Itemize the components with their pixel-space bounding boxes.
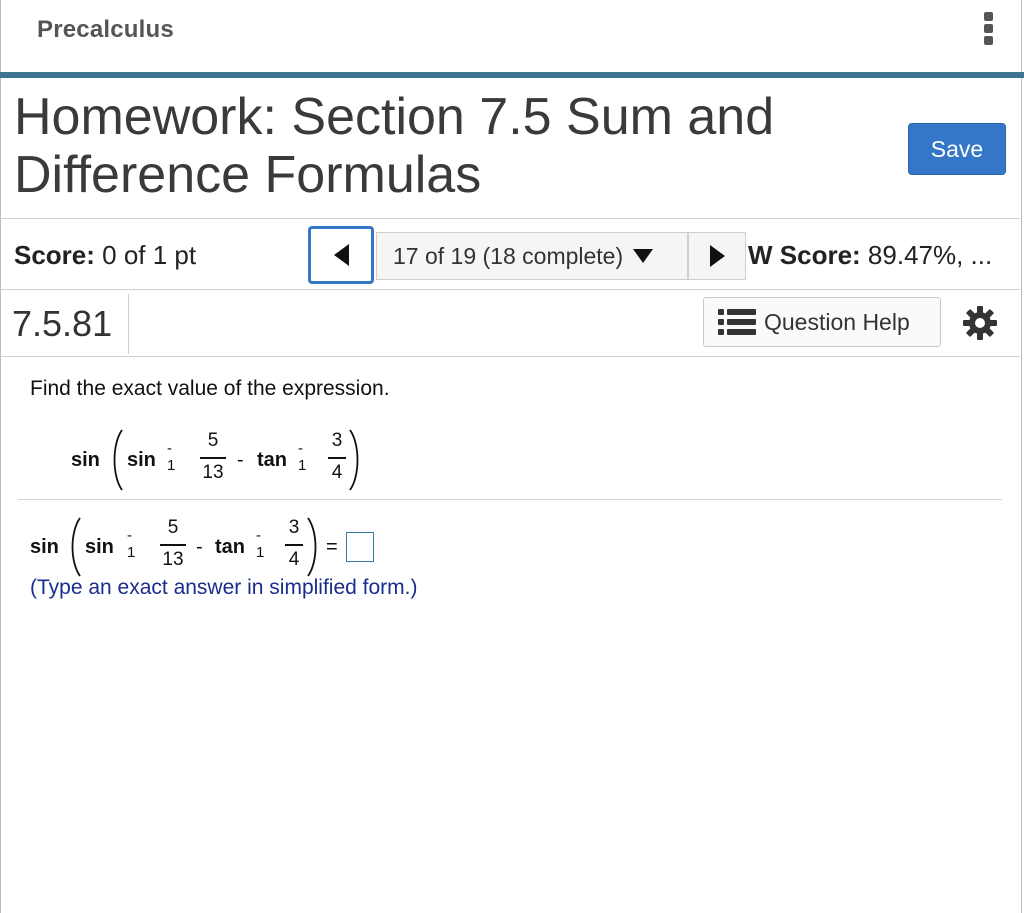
arrow-right-icon <box>709 245 725 267</box>
expr-outer-fn: sin <box>71 449 100 471</box>
left-paren <box>113 429 123 491</box>
question-id: 7.5.81 <box>12 303 113 344</box>
question-navigator-text: 17 of 19 (18 complete) <box>393 242 624 269</box>
expr-frac1-den: 13 <box>202 462 224 483</box>
expr-fn1-sup: - 1 <box>167 440 176 474</box>
expr-op: - <box>237 449 244 471</box>
right-paren <box>349 429 359 491</box>
page-title: Homework: Section 7.5 Sum and Difference… <box>14 88 775 204</box>
expr-outer-fn: sin <box>30 536 59 558</box>
previous-question-button[interactable] <box>308 226 374 284</box>
header-divider <box>0 72 1024 78</box>
next-question-button[interactable] <box>688 232 746 280</box>
expr-fn1-sup: - 1 <box>127 527 136 561</box>
answer-hint: (Type an exact answer in simplified form… <box>30 576 418 599</box>
question-id-divider <box>128 294 129 354</box>
arrow-left-icon <box>333 244 349 266</box>
list-icon <box>718 309 756 335</box>
save-button[interactable]: Save <box>908 123 1006 175</box>
expr-fn1: sin <box>85 536 114 558</box>
question-help-label: Question Help <box>764 308 910 335</box>
fraction-bar <box>200 457 226 459</box>
expr-frac2-den: 4 <box>288 549 300 570</box>
title-divider <box>0 218 1020 219</box>
question-navigator-dropdown[interactable]: 17 of 19 (18 complete) <box>376 232 688 280</box>
hw-score-label: W Score: <box>748 240 861 270</box>
expr-fn2-sup: - 1 <box>298 440 307 474</box>
expr-fn1: sin <box>127 449 156 471</box>
expr-fn2: tan <box>257 449 287 471</box>
kebab-vertical-icon[interactable] <box>982 12 996 50</box>
top-bar: Precalculus <box>0 0 1024 72</box>
expr-frac1-num: 5 <box>207 430 219 451</box>
equals-sign: = <box>326 536 338 558</box>
score: Score: 0 of 1 pt <box>14 240 196 271</box>
course-title: Precalculus <box>37 16 174 43</box>
expr-fn2: tan <box>215 536 245 558</box>
homework-score: W Score: 89.47%, ... <box>748 240 1018 271</box>
answer-divider <box>18 499 1002 500</box>
left-paren <box>71 517 81 577</box>
score-value: 0 of 1 pt <box>102 240 197 270</box>
expr-op: - <box>196 536 203 558</box>
expr-fn2-sup: - 1 <box>256 527 265 561</box>
question-help-button[interactable]: Question Help <box>703 297 941 347</box>
fraction-bar <box>285 544 303 546</box>
question-prompt: Find the exact value of the expression. <box>30 377 390 400</box>
fraction-bar <box>328 457 346 459</box>
hw-score-value: 89.47%, ... <box>867 240 993 270</box>
expr-frac1-den: 13 <box>162 549 184 570</box>
fraction-bar <box>160 544 186 546</box>
answer-input[interactable] <box>346 532 374 562</box>
right-paren <box>307 517 317 577</box>
question-bar-divider <box>0 356 1020 357</box>
expr-frac2-num: 3 <box>288 517 300 538</box>
score-label: Score: <box>14 240 95 270</box>
score-divider <box>0 289 1020 290</box>
gear-icon[interactable] <box>962 305 998 341</box>
expr-frac1-num: 5 <box>167 517 179 538</box>
caret-down-icon <box>633 249 654 263</box>
